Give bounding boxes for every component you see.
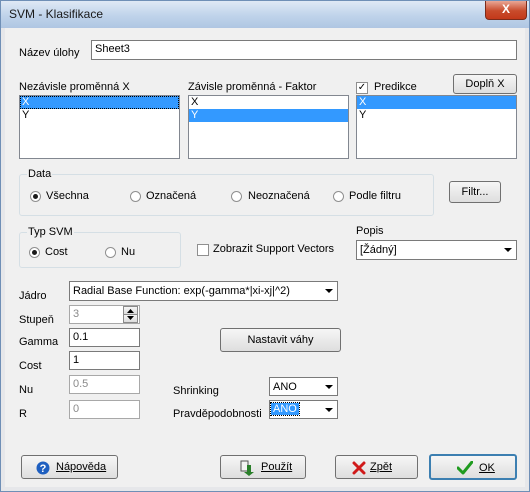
kernel-label: Jádro [19,290,47,302]
cost-label: Cost [19,360,42,372]
gamma-value: 0.1 [73,331,89,343]
shrinking-label: Shrinking [173,385,219,397]
title-bar: SVM - Klasifikace X [1,1,529,28]
independent-variable-list[interactable]: X Y [19,95,180,159]
help-button[interactable]: ? Nápověda [21,455,118,479]
svm-cost-label: Cost [45,246,68,258]
task-name-value: Sheet3 [95,43,130,55]
dialog-window: SVM - Klasifikace X Název úlohy Sheet3 N… [0,0,530,492]
prediction-list[interactable]: X Y [356,95,517,159]
list-item[interactable]: Y [20,109,179,122]
set-weights-button-label: Nastavit váhy [247,334,314,346]
task-name-label: Název úlohy [19,47,80,59]
kernel-combobox[interactable]: Radial Base Function: exp(-gamma*|xi-xj|… [69,281,338,301]
support-vectors-checkbox[interactable] [197,244,209,256]
description-combobox[interactable]: [Žádný] [356,240,517,260]
ok-check-icon [457,461,473,475]
help-button-label: Nápověda [56,461,107,473]
data-marked-label: Označená [146,190,197,202]
data-group-title: Data [27,168,53,180]
data-unmarked-radio[interactable] [231,191,242,202]
prediction-label: Predikce [374,81,417,93]
back-button-label: Zpět [370,461,393,473]
prediction-checkbox[interactable]: ✓ [356,82,368,94]
probabilities-label: Pravděpodobnosti [173,408,262,420]
nu-value: 0.5 [73,378,89,390]
probabilities-value: ANO [270,402,300,416]
window-title: SVM - Klasifikace [9,7,104,21]
chevron-down-icon[interactable] [321,401,337,418]
probabilities-combobox[interactable]: ANO [269,400,338,419]
svm-nu-radio[interactable] [105,247,116,258]
dependent-variable-list[interactable]: X Y [188,95,349,159]
filter-button[interactable]: Filtr... [449,181,501,203]
svm-type-group-title: Typ SVM [27,226,74,238]
nu-label: Nu [19,384,34,396]
gamma-input[interactable]: 0.1 [69,328,140,347]
svm-nu-label: Nu [121,246,136,258]
nu-input[interactable]: 0.5 [69,375,140,394]
apply-button-label: Použít [261,461,293,473]
help-question-icon: ? [36,461,50,475]
data-filter-radio[interactable] [333,191,344,202]
fill-x-button-label: Doplň X [465,78,505,90]
shrinking-value: ANO [273,381,297,393]
list-item[interactable]: X [20,96,179,109]
r-input[interactable]: 0 [69,400,140,419]
apply-arrow-icon [240,460,254,476]
r-label: R [19,408,27,420]
degree-label: Stupeň [19,314,54,326]
set-weights-button[interactable]: Nastavit váhy [220,328,341,352]
data-all-label: Všechna [46,190,89,202]
gamma-label: Gamma [19,336,59,348]
filter-button-label: Filtr... [461,186,489,198]
back-button[interactable]: Zpět [335,455,418,479]
close-button[interactable]: X [485,1,527,20]
task-name-input[interactable]: Sheet3 [91,40,517,60]
list-item[interactable]: X [189,96,348,109]
chevron-down-icon[interactable] [500,241,516,259]
data-unmarked-label: Neoznačená [248,190,310,202]
cost-value: 1 [73,354,80,366]
spin-down-icon[interactable] [123,314,138,323]
data-all-radio[interactable] [30,191,41,202]
support-vectors-label: Zobrazit Support Vectors [213,243,335,255]
apply-button[interactable]: Použít [220,455,306,479]
shrinking-combobox[interactable]: ANO [269,377,338,396]
back-cross-icon [352,461,366,475]
list-item[interactable]: Y [189,109,348,122]
chevron-down-icon[interactable] [321,282,337,300]
fill-x-button[interactable]: Doplň X [453,74,517,94]
ok-button-label: OK [479,462,495,474]
svm-cost-radio[interactable] [29,247,40,258]
cost-input[interactable]: 1 [69,351,140,370]
list-item[interactable]: X [357,96,516,109]
degree-value: 3 [73,308,80,320]
kernel-value: Radial Base Function: exp(-gamma*|xi-xj|… [73,285,290,297]
chevron-down-icon[interactable] [321,378,337,395]
independent-list-label: Nezávisle proměnná X [19,81,130,93]
ok-button[interactable]: OK [429,454,517,480]
svg-text:?: ? [40,463,47,475]
r-value: 0 [73,403,80,415]
dependent-list-label: Závisle proměnná - Faktor [188,81,317,93]
data-filter-label: Podle filtru [349,190,401,202]
data-marked-radio[interactable] [130,191,141,202]
close-icon: X [501,2,510,16]
dialog-body: Název úlohy Sheet3 Nezávisle proměnná X … [5,28,525,487]
description-value: [Žádný] [360,244,397,256]
description-label: Popis [356,225,384,237]
list-item[interactable]: Y [357,109,516,122]
